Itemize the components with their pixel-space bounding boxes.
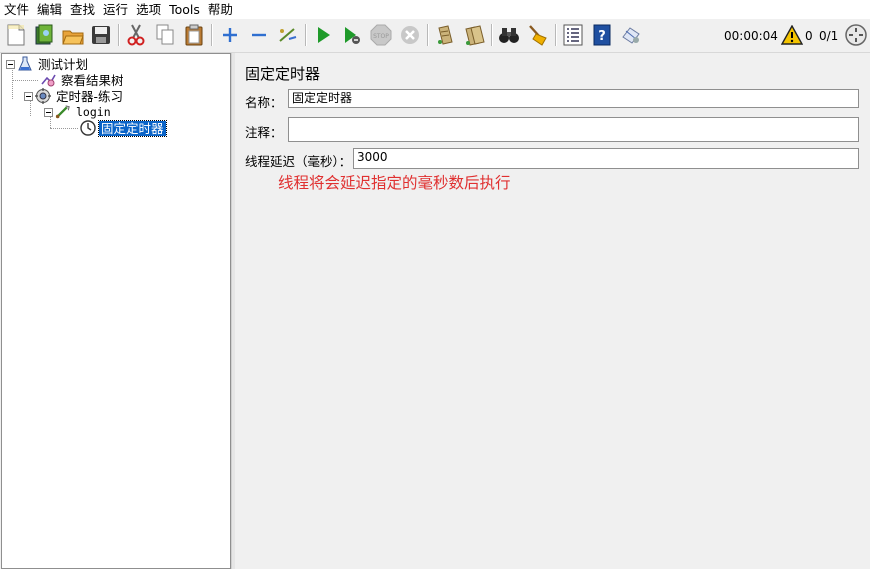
clear-button[interactable] (433, 23, 457, 47)
tree-node-view-results-tree[interactable]: 察看结果树 (38, 72, 126, 88)
menu-file[interactable]: 文件 (0, 0, 33, 19)
menu-options[interactable]: 选项 (132, 0, 165, 19)
open-button[interactable] (61, 23, 85, 47)
paste-icon (185, 24, 203, 46)
constant-timer-panel: 固定定时器 名称： 固定定时器 注释： 线程延迟（毫秒）： 3000 线程将会延… (235, 53, 870, 569)
start-icon (318, 27, 330, 43)
templates-button[interactable] (32, 23, 56, 47)
menu-bar: 文件 编辑 查找 运行 选项 Tools 帮助 (0, 0, 870, 19)
shutdown-icon (401, 26, 419, 44)
stop-button[interactable]: STOP (369, 23, 393, 47)
delay-label: 线程延迟（毫秒）： (245, 154, 352, 169)
clear-all-icon (465, 25, 485, 46)
start-button[interactable] (311, 23, 335, 47)
name-label: 名称： (245, 95, 283, 110)
clear-all-button[interactable] (462, 23, 486, 47)
collapse-toggle[interactable] (24, 91, 33, 101)
clear-icon (438, 25, 453, 45)
warning-indicator[interactable] (780, 23, 804, 47)
tree-node-test-plan[interactable]: 测试计划 (6, 56, 90, 72)
save-button[interactable] (89, 23, 113, 47)
comment-label: 注释： (245, 125, 283, 140)
open-icon (62, 30, 84, 45)
test-plan-icon (17, 56, 33, 72)
paste-button[interactable] (182, 23, 206, 47)
delay-field[interactable]: 3000 (353, 148, 859, 169)
start-no-pause-icon (345, 27, 360, 44)
collapse-toggle[interactable] (44, 107, 53, 117)
active-threads: 0/1 (819, 29, 839, 43)
copy-button[interactable] (153, 23, 177, 47)
menu-edit[interactable]: 编辑 (33, 0, 66, 19)
shutdown-button[interactable] (398, 23, 422, 47)
delay-hint: 线程将会延迟指定的毫秒数后执行 (278, 174, 511, 192)
collapse-toggle[interactable] (6, 59, 15, 69)
sampler-icon (55, 104, 71, 120)
reset-search-button[interactable] (526, 23, 550, 47)
templates-icon (35, 24, 53, 45)
expand-icon (223, 28, 237, 42)
panel-title: 固定定时器 (245, 65, 321, 83)
tree-node-label: 测试计划 (38, 56, 89, 72)
tree-node-label: 固定定时器 (98, 119, 167, 137)
test-plan-tree: 测试计划 察看结果树 定时器-练习 login 固定定时器 (1, 53, 231, 569)
elapsed-time: 00:00:04 (724, 29, 778, 43)
toggle-button[interactable] (276, 23, 300, 47)
menu-run[interactable]: 运行 (99, 0, 132, 19)
collapse-button[interactable] (247, 23, 271, 47)
function-helper-button[interactable] (561, 23, 585, 47)
collapse-icon (252, 33, 266, 37)
cut-icon (127, 24, 145, 46)
tree-node-constant-timer[interactable]: 固定定时器 (78, 119, 167, 137)
remote-icon (622, 27, 640, 44)
svg-text:?: ? (598, 29, 606, 44)
warning-icon (781, 25, 803, 45)
warning-count: 0 (805, 29, 813, 43)
cut-button[interactable] (124, 23, 148, 47)
tree-node-label: 察看结果树 (61, 72, 124, 88)
listener-icon (40, 72, 56, 88)
broom-icon (529, 25, 547, 46)
search-button[interactable] (497, 23, 521, 47)
svg-text:STOP: STOP (373, 33, 389, 40)
comment-field[interactable] (288, 117, 859, 142)
toggle-icon (279, 28, 297, 42)
list-icon (563, 24, 583, 46)
save-icon (92, 26, 110, 44)
copy-icon (156, 24, 174, 45)
tree-node-login[interactable]: login (44, 104, 113, 120)
stop-icon: STOP (370, 24, 392, 46)
new-icon (7, 24, 25, 46)
timer-icon (80, 120, 96, 136)
name-field[interactable]: 固定定时器 (288, 89, 859, 108)
menu-search[interactable]: 查找 (66, 0, 99, 19)
tree-node-thread-group[interactable]: 定时器-练习 (24, 88, 125, 104)
help-icon: ? (593, 24, 611, 46)
tree-node-label: 定时器-练习 (56, 88, 124, 104)
status-circle-icon (845, 24, 867, 46)
menu-help[interactable]: 帮助 (204, 0, 237, 19)
start-no-pause-button[interactable] (340, 23, 364, 47)
expand-button[interactable] (218, 23, 242, 47)
remote-button[interactable] (619, 23, 643, 47)
thread-group-icon (35, 88, 51, 104)
binoculars-icon (499, 28, 519, 43)
tree-node-label: login (76, 104, 111, 119)
menu-tools[interactable]: Tools (165, 0, 204, 19)
toolbar: STOP ? 00:00:04 0 0/1 (0, 19, 870, 53)
new-button[interactable] (4, 23, 28, 47)
status-button[interactable] (844, 23, 868, 47)
help-button[interactable]: ? (590, 23, 614, 47)
